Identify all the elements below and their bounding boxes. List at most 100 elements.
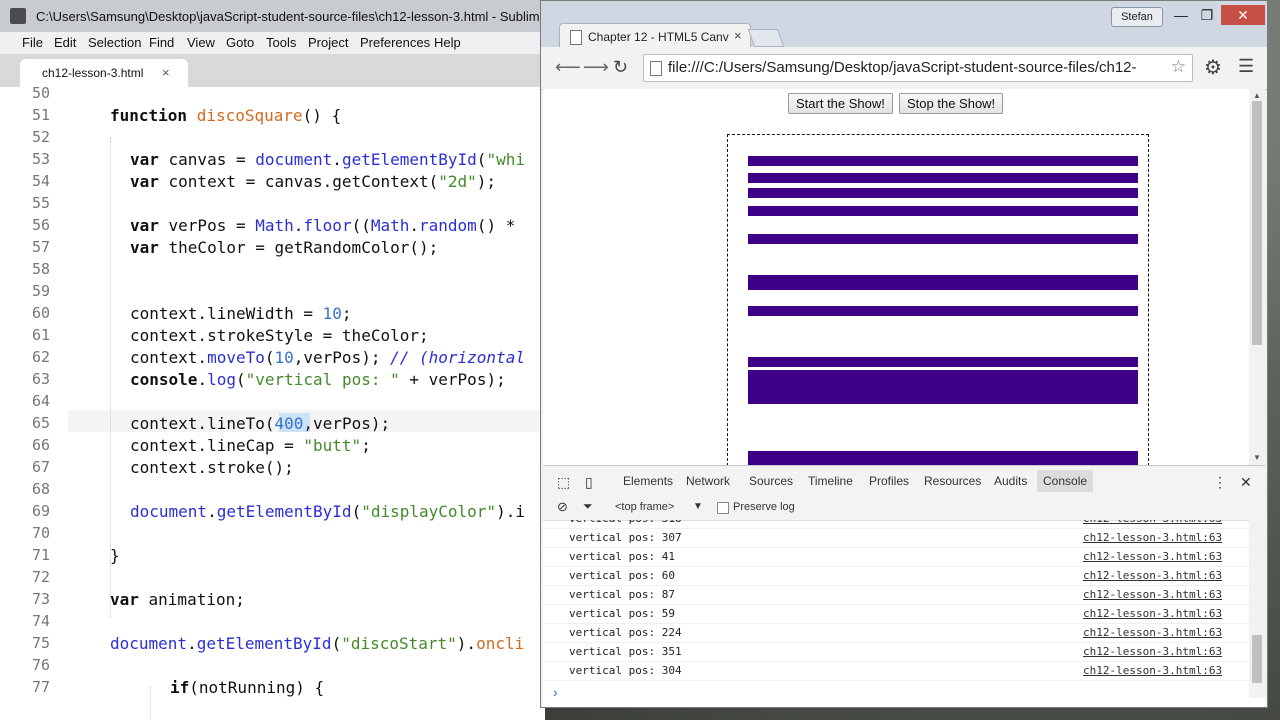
- line-number: 69: [31, 502, 50, 520]
- code-line-71: }: [110, 546, 120, 565]
- browser-tab[interactable]: Chapter 12 - HTML5 Canv ×: [559, 23, 751, 50]
- canvas-stroke-line: [748, 370, 1138, 404]
- line-number: 53: [31, 150, 50, 168]
- sublime-title-bar[interactable]: C:\Users\Samsung\Desktop\javaScript-stud…: [0, 0, 545, 32]
- log-source-link[interactable]: ch12-lesson-3.html:63: [1083, 531, 1222, 544]
- more-options-icon[interactable]: ⋮: [1213, 474, 1227, 491]
- menu-preferences[interactable]: Preferences: [360, 35, 430, 50]
- code-line-57: var theColor = getRandomColor();: [130, 238, 439, 257]
- bookmark-star-icon[interactable]: ☆: [1171, 57, 1186, 77]
- log-source-link[interactable]: ch12-lesson-3.html:63: [1083, 645, 1222, 658]
- log-message: vertical pos: 351: [569, 645, 682, 658]
- scroll-down-icon[interactable]: ▼: [1253, 453, 1261, 462]
- log-message: vertical pos: 307: [569, 531, 682, 544]
- menu-project[interactable]: Project: [308, 35, 348, 50]
- device-mode-icon[interactable]: ▯: [585, 474, 593, 491]
- close-window-button[interactable]: ✕: [1221, 5, 1265, 25]
- menu-file[interactable]: File: [22, 35, 43, 50]
- code-line-56: var verPos = Math.floor((Math.random() *: [130, 216, 516, 235]
- tab-resources[interactable]: Resources: [924, 474, 981, 488]
- inspect-icon[interactable]: ⬚: [557, 474, 570, 491]
- tab-sources[interactable]: Sources: [749, 474, 793, 488]
- line-number: 67: [31, 458, 50, 476]
- start-show-button[interactable]: Start the Show!: [788, 93, 893, 114]
- reload-icon[interactable]: ↻: [613, 57, 628, 78]
- code-line-69: document.getElementById("displayColor").…: [130, 502, 525, 521]
- stop-show-button[interactable]: Stop the Show!: [899, 93, 1004, 114]
- line-number: 65: [31, 414, 50, 432]
- tab-profiles[interactable]: Profiles: [869, 474, 909, 488]
- menu-help[interactable]: Help: [434, 35, 461, 50]
- tab-label: ch12-lesson-3.html: [42, 66, 144, 80]
- console-scrollbar[interactable]: [1249, 520, 1265, 698]
- profile-button[interactable]: Stefan: [1111, 7, 1163, 27]
- disco-canvas[interactable]: [727, 134, 1149, 465]
- code-line-75: document.getElementById("discoStart").on…: [110, 634, 525, 653]
- gear-icon[interactable]: ⚙: [1204, 55, 1222, 80]
- canvas-stroke-line: [748, 357, 1138, 367]
- preserve-log-checkbox[interactable]: [717, 502, 729, 514]
- line-number: 72: [31, 568, 50, 586]
- address-bar[interactable]: file:///C:/Users/Samsung/Desktop/javaScr…: [643, 54, 1193, 82]
- code-line-73: var animation;: [110, 590, 245, 609]
- indent-guide: [110, 137, 111, 617]
- line-number: 52: [31, 128, 50, 146]
- frame-selector[interactable]: <top frame>: [615, 501, 674, 513]
- minimize-button[interactable]: —: [1169, 5, 1193, 25]
- page-scrollbar[interactable]: ▲ ▼: [1249, 89, 1265, 465]
- maximize-button[interactable]: ❐: [1195, 5, 1219, 25]
- console-prompt[interactable]: ›: [553, 684, 558, 700]
- forward-icon[interactable]: ⟶: [583, 57, 609, 78]
- log-message: vertical pos: 60: [569, 569, 675, 582]
- log-source-link[interactable]: ch12-lesson-3.html:63: [1083, 520, 1222, 525]
- scrollbar-thumb[interactable]: [1252, 101, 1262, 345]
- tab-timeline[interactable]: Timeline: [808, 474, 853, 488]
- line-number: 71: [31, 546, 50, 564]
- tab-close-icon[interactable]: ×: [734, 28, 742, 43]
- line-number: 50: [31, 84, 50, 102]
- console-log-row: vertical pos: 59 ch12-lesson-3.html:63: [543, 604, 1249, 624]
- scrollbar-thumb[interactable]: [1252, 635, 1262, 683]
- menu-goto[interactable]: Goto: [226, 35, 254, 50]
- code-editor[interactable]: function discoSquare() { var canvas = do…: [68, 87, 545, 720]
- code-line-65: context.lineTo(400,verPos);: [130, 414, 391, 433]
- menu-icon[interactable]: ☰: [1238, 56, 1254, 77]
- chrome-tab-strip: Chapter 12 - HTML5 Canv × Stefan — ❐ ✕: [541, 1, 1267, 50]
- close-devtools-icon[interactable]: ✕: [1240, 474, 1252, 491]
- log-source-link[interactable]: ch12-lesson-3.html:63: [1083, 569, 1222, 582]
- line-number: 64: [31, 392, 50, 410]
- log-source-link[interactable]: ch12-lesson-3.html:63: [1083, 588, 1222, 601]
- tab-audits[interactable]: Audits: [994, 474, 1027, 488]
- line-number: 61: [31, 326, 50, 344]
- tab-ch12-lesson-3[interactable]: ch12-lesson-3.html ×: [20, 59, 188, 87]
- tab-console[interactable]: Console: [1037, 470, 1094, 492]
- devtools-tab-bar: ⬚ ▯ Elements Network Sources Timeline Pr…: [543, 466, 1265, 495]
- code-line-67: context.stroke();: [130, 458, 294, 477]
- log-source-link[interactable]: ch12-lesson-3.html:63: [1083, 607, 1222, 620]
- tab-close-icon[interactable]: ×: [162, 65, 170, 80]
- menu-edit[interactable]: Edit: [54, 35, 76, 50]
- sublime-app-icon: [10, 8, 26, 24]
- log-source-link[interactable]: ch12-lesson-3.html:63: [1083, 626, 1222, 639]
- new-tab-button[interactable]: [747, 29, 785, 47]
- menu-find[interactable]: Find: [149, 35, 174, 50]
- code-line-66: context.lineCap = "butt";: [130, 436, 371, 455]
- menu-selection[interactable]: Selection: [88, 35, 141, 50]
- chevron-down-icon[interactable]: ▼: [693, 501, 703, 512]
- filter-icon[interactable]: ⏷: [583, 499, 593, 514]
- indent-guide: [150, 687, 151, 720]
- log-source-link[interactable]: ch12-lesson-3.html:63: [1083, 550, 1222, 563]
- back-icon[interactable]: ⟵: [555, 57, 581, 78]
- menu-tools[interactable]: Tools: [266, 35, 296, 50]
- menu-view[interactable]: View: [187, 35, 215, 50]
- log-source-link[interactable]: ch12-lesson-3.html:63: [1083, 664, 1222, 677]
- tab-elements[interactable]: Elements: [623, 474, 673, 488]
- log-message: vertical pos: 59: [569, 607, 675, 620]
- chrome-window: Chapter 12 - HTML5 Canv × Stefan — ❐ ✕ ⟵…: [540, 0, 1268, 708]
- line-number: 58: [31, 260, 50, 278]
- log-message: vertical pos: 87: [569, 588, 675, 601]
- browser-tab-title: Chapter 12 - HTML5 Canv: [588, 30, 729, 44]
- scroll-up-icon[interactable]: ▲: [1253, 91, 1261, 100]
- clear-console-icon[interactable]: ⊘: [557, 499, 568, 515]
- tab-network[interactable]: Network: [686, 474, 730, 488]
